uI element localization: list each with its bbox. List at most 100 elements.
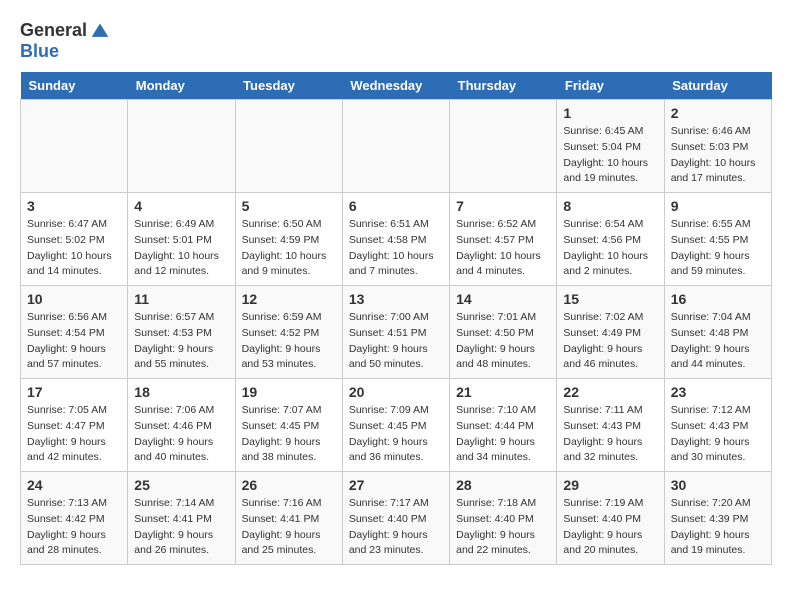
day-info: Sunrise: 6:45 AM Sunset: 5:04 PM Dayligh… (563, 124, 657, 187)
day-info: Sunrise: 7:01 AM Sunset: 4:50 PM Dayligh… (456, 310, 550, 373)
day-number: 28 (456, 477, 550, 493)
day-number: 30 (671, 477, 765, 493)
calendar-cell: 19Sunrise: 7:07 AM Sunset: 4:45 PM Dayli… (235, 379, 342, 472)
day-info: Sunrise: 7:04 AM Sunset: 4:48 PM Dayligh… (671, 310, 765, 373)
day-number: 8 (563, 198, 657, 214)
calendar-week-2: 10Sunrise: 6:56 AM Sunset: 4:54 PM Dayli… (21, 286, 772, 379)
header: General Blue (20, 20, 772, 62)
day-number: 9 (671, 198, 765, 214)
calendar-cell: 11 Sunrise: 6:57 AM Sunset: 4:53 PM Dayli… (128, 286, 235, 379)
day-number: 12 (242, 291, 336, 307)
logo-blue: Blue (20, 41, 59, 62)
day-number: 16 (671, 291, 765, 307)
calendar-cell: 6Sunrise: 6:51 AM Sunset: 4:58 PM Daylig… (342, 193, 449, 286)
day-info: Sunrise: 6:52 AM Sunset: 4:57 PM Dayligh… (456, 217, 550, 280)
calendar-cell: 7 Sunrise: 6:52 AM Sunset: 4:57 PM Daylig… (450, 193, 557, 286)
calendar-cell: 12 Sunrise: 6:59 AM Sunset: 4:52 PM Dayli… (235, 286, 342, 379)
day-info: Sunrise: 6:47 AM Sunset: 5:02 PM Dayligh… (27, 217, 121, 280)
day-info: Sunrise: 6:57 AM Sunset: 4:53 PM Dayligh… (134, 310, 228, 373)
calendar-cell: 3 Sunrise: 6:47 AM Sunset: 5:02 PM Daylig… (21, 193, 128, 286)
calendar-week-4: 24 Sunrise: 7:13 AM Sunset: 4:42 PM Dayli… (21, 472, 772, 565)
day-info: Sunrise: 7:02 AM Sunset: 4:49 PM Dayligh… (563, 310, 657, 373)
calendar-cell: 30Sunrise: 7:20 AM Sunset: 4:39 PM Dayli… (664, 472, 771, 565)
calendar-cell (235, 100, 342, 193)
day-info: Sunrise: 7:14 AM Sunset: 4:41 PM Dayligh… (134, 496, 228, 559)
day-number: 20 (349, 384, 443, 400)
day-number: 7 (456, 198, 550, 214)
calendar-cell: 23Sunrise: 7:12 AM Sunset: 4:43 PM Dayli… (664, 379, 771, 472)
calendar-cell: 21 Sunrise: 7:10 AM Sunset: 4:44 PM Dayli… (450, 379, 557, 472)
calendar-cell: 13 Sunrise: 7:00 AM Sunset: 4:51 PM Dayli… (342, 286, 449, 379)
day-info: Sunrise: 6:49 AM Sunset: 5:01 PM Dayligh… (134, 217, 228, 280)
calendar-cell: 1Sunrise: 6:45 AM Sunset: 5:04 PM Daylig… (557, 100, 664, 193)
day-number: 4 (134, 198, 228, 214)
logo-general: General (20, 20, 87, 41)
calendar-week-1: 3 Sunrise: 6:47 AM Sunset: 5:02 PM Daylig… (21, 193, 772, 286)
calendar-cell: 15 Sunrise: 7:02 AM Sunset: 4:49 PM Dayli… (557, 286, 664, 379)
day-number: 15 (563, 291, 657, 307)
day-info: Sunrise: 6:55 AM Sunset: 4:55 PM Dayligh… (671, 217, 765, 280)
calendar-table: SundayMondayTuesdayWednesdayThursdayFrid… (20, 72, 772, 565)
day-info: Sunrise: 7:00 AM Sunset: 4:51 PM Dayligh… (349, 310, 443, 373)
day-number: 29 (563, 477, 657, 493)
day-number: 11 (134, 291, 228, 307)
calendar-cell: 9 Sunrise: 6:55 AM Sunset: 4:55 PM Daylig… (664, 193, 771, 286)
day-info: Sunrise: 6:54 AM Sunset: 4:56 PM Dayligh… (563, 217, 657, 280)
day-info: Sunrise: 7:13 AM Sunset: 4:42 PM Dayligh… (27, 496, 121, 559)
day-number: 5 (242, 198, 336, 214)
calendar-cell (128, 100, 235, 193)
calendar-cell: 17 Sunrise: 7:05 AM Sunset: 4:47 PM Dayli… (21, 379, 128, 472)
calendar-cell (342, 100, 449, 193)
calendar-cell: 22Sunrise: 7:11 AM Sunset: 4:43 PM Dayli… (557, 379, 664, 472)
day-number: 14 (456, 291, 550, 307)
calendar-cell: 27Sunrise: 7:17 AM Sunset: 4:40 PM Dayli… (342, 472, 449, 565)
calendar-header-saturday: Saturday (664, 72, 771, 100)
day-info: Sunrise: 7:16 AM Sunset: 4:41 PM Dayligh… (242, 496, 336, 559)
calendar-cell (21, 100, 128, 193)
calendar-cell: 10Sunrise: 6:56 AM Sunset: 4:54 PM Dayli… (21, 286, 128, 379)
day-info: Sunrise: 6:50 AM Sunset: 4:59 PM Dayligh… (242, 217, 336, 280)
day-number: 19 (242, 384, 336, 400)
calendar-header-monday: Monday (128, 72, 235, 100)
calendar-cell: 28 Sunrise: 7:18 AM Sunset: 4:40 PM Dayli… (450, 472, 557, 565)
day-number: 6 (349, 198, 443, 214)
day-info: Sunrise: 7:19 AM Sunset: 4:40 PM Dayligh… (563, 496, 657, 559)
calendar-cell: 24 Sunrise: 7:13 AM Sunset: 4:42 PM Dayli… (21, 472, 128, 565)
day-number: 26 (242, 477, 336, 493)
day-number: 24 (27, 477, 121, 493)
day-info: Sunrise: 7:18 AM Sunset: 4:40 PM Dayligh… (456, 496, 550, 559)
day-info: Sunrise: 6:59 AM Sunset: 4:52 PM Dayligh… (242, 310, 336, 373)
calendar-header-friday: Friday (557, 72, 664, 100)
day-number: 3 (27, 198, 121, 214)
day-number: 10 (27, 291, 121, 307)
calendar-cell: 20 Sunrise: 7:09 AM Sunset: 4:45 PM Dayli… (342, 379, 449, 472)
calendar-header-thursday: Thursday (450, 72, 557, 100)
logo: General Blue (20, 20, 110, 62)
day-info: Sunrise: 7:10 AM Sunset: 4:44 PM Dayligh… (456, 403, 550, 466)
calendar-header-tuesday: Tuesday (235, 72, 342, 100)
day-number: 13 (349, 291, 443, 307)
calendar-body: 1Sunrise: 6:45 AM Sunset: 5:04 PM Daylig… (21, 100, 772, 565)
day-number: 21 (456, 384, 550, 400)
calendar-cell: 26 Sunrise: 7:16 AM Sunset: 4:41 PM Dayli… (235, 472, 342, 565)
calendar-cell: 4 Sunrise: 6:49 AM Sunset: 5:01 PM Daylig… (128, 193, 235, 286)
calendar-cell: 29 Sunrise: 7:19 AM Sunset: 4:40 PM Dayli… (557, 472, 664, 565)
day-number: 25 (134, 477, 228, 493)
calendar-cell: 18Sunrise: 7:06 AM Sunset: 4:46 PM Dayli… (128, 379, 235, 472)
calendar-cell: 5 Sunrise: 6:50 AM Sunset: 4:59 PM Daylig… (235, 193, 342, 286)
calendar-week-3: 17 Sunrise: 7:05 AM Sunset: 4:47 PM Dayli… (21, 379, 772, 472)
calendar-cell (450, 100, 557, 193)
day-info: Sunrise: 7:17 AM Sunset: 4:40 PM Dayligh… (349, 496, 443, 559)
calendar-header-wednesday: Wednesday (342, 72, 449, 100)
day-info: Sunrise: 7:09 AM Sunset: 4:45 PM Dayligh… (349, 403, 443, 466)
day-number: 17 (27, 384, 121, 400)
calendar-week-0: 1Sunrise: 6:45 AM Sunset: 5:04 PM Daylig… (21, 100, 772, 193)
day-number: 2 (671, 105, 765, 121)
calendar-cell: 8 Sunrise: 6:54 AM Sunset: 4:56 PM Daylig… (557, 193, 664, 286)
calendar-cell: 16 Sunrise: 7:04 AM Sunset: 4:48 PM Dayli… (664, 286, 771, 379)
day-number: 23 (671, 384, 765, 400)
calendar-header-row: SundayMondayTuesdayWednesdayThursdayFrid… (21, 72, 772, 100)
calendar-header-sunday: Sunday (21, 72, 128, 100)
day-number: 22 (563, 384, 657, 400)
day-info: Sunrise: 7:05 AM Sunset: 4:47 PM Dayligh… (27, 403, 121, 466)
